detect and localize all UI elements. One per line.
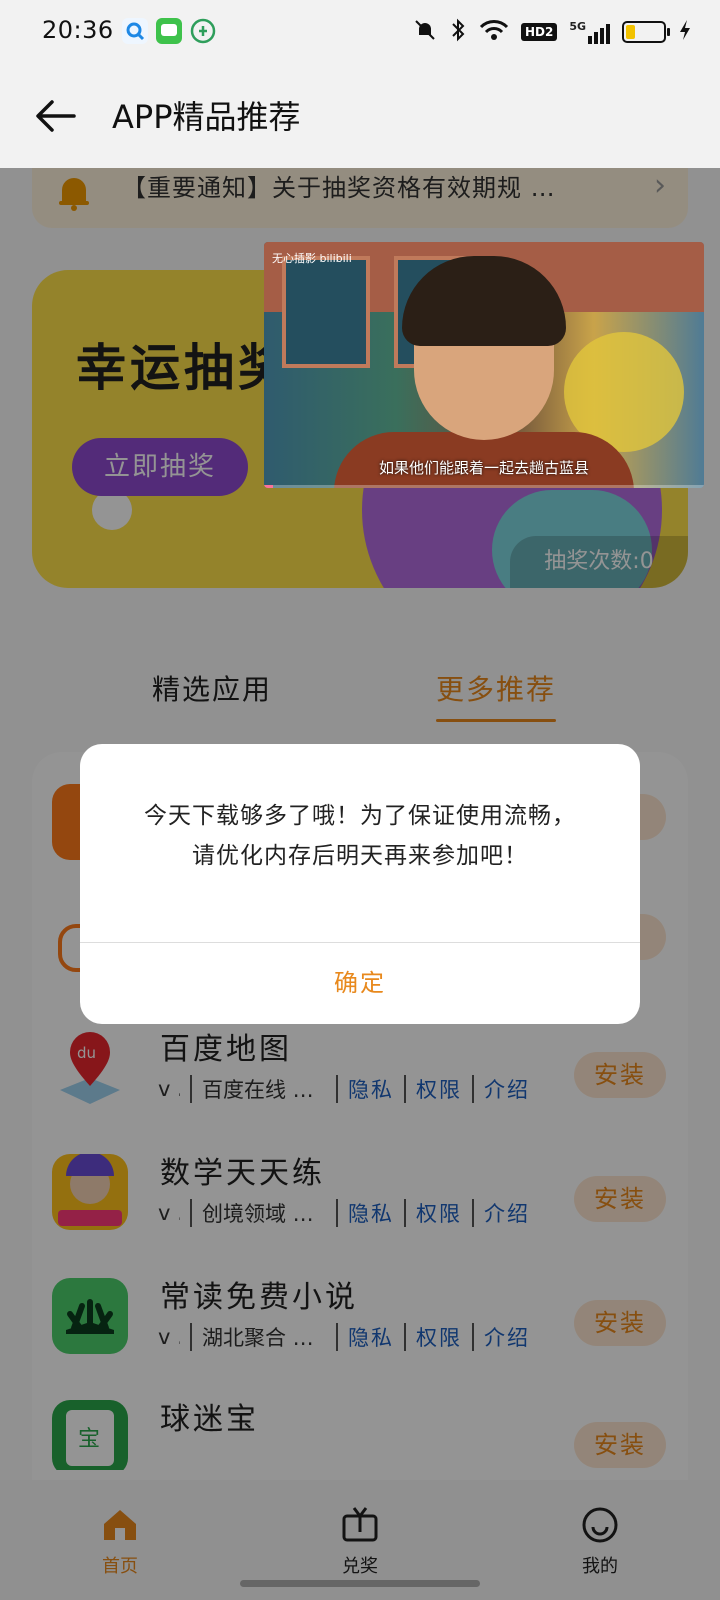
mute-icon — [413, 18, 437, 46]
signal-icon: 5G — [569, 20, 610, 44]
divider — [80, 942, 640, 943]
video-frame — [282, 256, 370, 368]
wifi-icon — [479, 18, 509, 46]
hd-badge: HD2 — [520, 23, 558, 41]
dialog-message: 今天下载够多了哦！为了保证使用流畅， 请优化内存后明天再来参加吧！ — [110, 796, 610, 876]
dialog-message-line: 今天下载够多了哦！为了保证使用流畅， — [144, 803, 576, 829]
health-app-icon — [190, 18, 216, 44]
status-bar: 20:36 HD2 5G — [0, 0, 720, 64]
bluetooth-icon — [449, 17, 467, 47]
bilibili-logo: 无心插影 bilibili — [272, 252, 352, 265]
charging-icon — [678, 18, 692, 46]
search-app-icon — [122, 18, 148, 44]
back-button[interactable] — [32, 92, 80, 140]
battery-icon — [622, 21, 670, 43]
dialog-message-line: 请优化内存后明天再来参加吧！ — [192, 843, 528, 869]
download-limit-dialog: 今天下载够多了哦！为了保证使用流畅， 请优化内存后明天再来参加吧！ 确定 — [80, 744, 640, 1024]
status-time: 20:36 — [42, 16, 114, 44]
app-header: APP精品推荐 — [0, 64, 720, 168]
confirm-button[interactable]: 确定 — [80, 944, 640, 1024]
home-indicator[interactable] — [240, 1580, 480, 1587]
page-title: APP精品推荐 — [112, 98, 301, 136]
status-icons: HD2 5G — [413, 16, 692, 48]
video-subtitle: 如果他们能跟着一起去趟古蓝县 — [378, 459, 589, 477]
messages-app-icon — [156, 18, 182, 44]
network-type: 5G — [569, 20, 586, 33]
video-progress-bar[interactable] — [264, 485, 704, 488]
floating-video-player[interactable]: 无心插影 bilibili 如果他们能跟着一起去趟古蓝县 — [264, 242, 704, 488]
